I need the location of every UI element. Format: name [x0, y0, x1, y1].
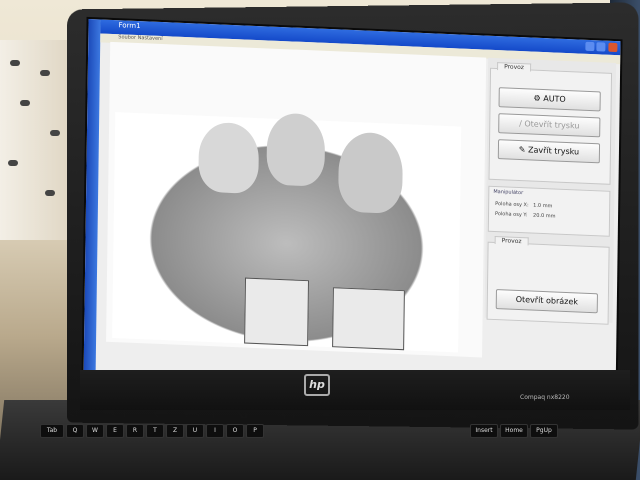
- manipulator-title: Manipulátor: [493, 188, 524, 197]
- tab-provoz[interactable]: Provoz: [494, 235, 529, 246]
- group-provoz: Provoz Otevřít obrázek: [486, 235, 610, 325]
- group-manipulator: Manipulátor Poloha osy X: 1.0 mm Poloha …: [487, 185, 611, 237]
- key-i[interactable]: I: [206, 424, 224, 438]
- maximize-icon[interactable]: [596, 42, 606, 52]
- hp-logo: hp: [304, 374, 330, 396]
- key-insert[interactable]: Insert: [470, 424, 498, 438]
- key-r[interactable]: R: [126, 424, 144, 438]
- key-q[interactable]: Q: [66, 424, 84, 438]
- control-panel: Provoz ⚙ AUTO ∕ Otevřít trysku ✎ Zavřít …: [484, 57, 617, 325]
- key-p[interactable]: P: [246, 424, 264, 438]
- window-title: Form1: [118, 21, 141, 31]
- key-home[interactable]: Home: [500, 424, 528, 438]
- nozzle-close-icon: ✎: [518, 144, 529, 155]
- close-icon[interactable]: [608, 42, 618, 53]
- minimize-icon[interactable]: [585, 41, 595, 52]
- key-t[interactable]: T: [146, 424, 164, 438]
- pos-x-value: 1.0 mm: [533, 202, 553, 210]
- pos-y-value: 20.0 mm: [532, 212, 556, 220]
- key-pgup[interactable]: PgUp: [530, 424, 558, 438]
- image-preview: [106, 41, 487, 358]
- keyboard: Tab Q W E R T Z U I O P Insert Home PgUp: [40, 420, 600, 480]
- open-image-button[interactable]: Otevřít obrázek: [495, 289, 598, 314]
- laptop-screen: Form1 Soubor Nastavení Provoz ⚙ AUTO ∕ O…: [83, 18, 621, 404]
- key-e[interactable]: E: [106, 424, 124, 438]
- brochure-right: [332, 287, 405, 351]
- screen-bezel: [80, 370, 630, 410]
- auto-button[interactable]: ⚙ AUTO: [498, 87, 601, 112]
- open-nozzle-button[interactable]: ∕ Otevřít trysku: [498, 113, 601, 138]
- key-u[interactable]: U: [186, 424, 204, 438]
- key-z[interactable]: Z: [166, 424, 184, 438]
- group-ovladani: Provoz ⚙ AUTO ∕ Otevřít trysku ✎ Zavřít …: [488, 62, 613, 185]
- pos-x-label: Poloha osy X:: [495, 200, 529, 209]
- key-w[interactable]: W: [86, 424, 104, 438]
- close-nozzle-button[interactable]: ✎ Zavřít trysku: [497, 139, 601, 164]
- model-label: Compaq nx8220: [520, 394, 570, 401]
- key-tab[interactable]: Tab: [40, 424, 64, 438]
- auto-icon: ⚙: [533, 93, 544, 103]
- pos-y-label: Poloha osy Y:: [494, 210, 528, 219]
- brochure-left: [244, 277, 310, 347]
- key-o[interactable]: O: [226, 424, 244, 438]
- tab-provoz-top[interactable]: Provoz: [497, 62, 532, 72]
